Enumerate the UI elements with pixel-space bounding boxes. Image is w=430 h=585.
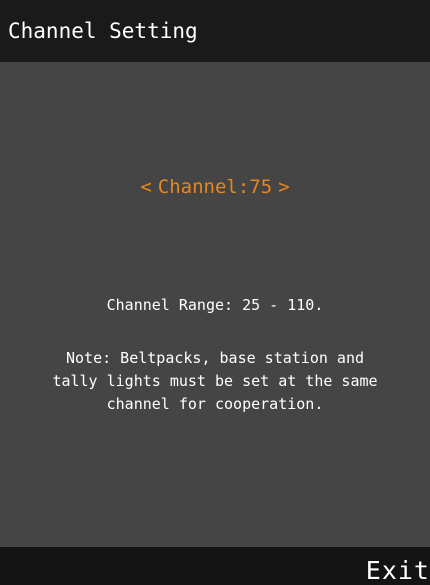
channel-increase-arrow-icon[interactable]: > (272, 176, 295, 198)
note-text: Note: Beltpacks, base station and tally … (52, 349, 378, 413)
page-title: Channel Setting (8, 19, 198, 43)
title-bar: Channel Setting (0, 0, 430, 62)
channel-range-text: Channel Range: 25 - 110. (106, 296, 324, 314)
channel-setting-screen: Channel Setting < Channel:75 > Channel R… (0, 0, 430, 585)
channel-value: Channel:75 (157, 176, 273, 198)
bottom-bar: Exit (0, 547, 430, 585)
exit-button[interactable]: Exit (366, 554, 430, 585)
channel-decrease-arrow-icon[interactable]: < (134, 176, 157, 198)
channel-selector[interactable]: < Channel:75 > (0, 168, 430, 206)
